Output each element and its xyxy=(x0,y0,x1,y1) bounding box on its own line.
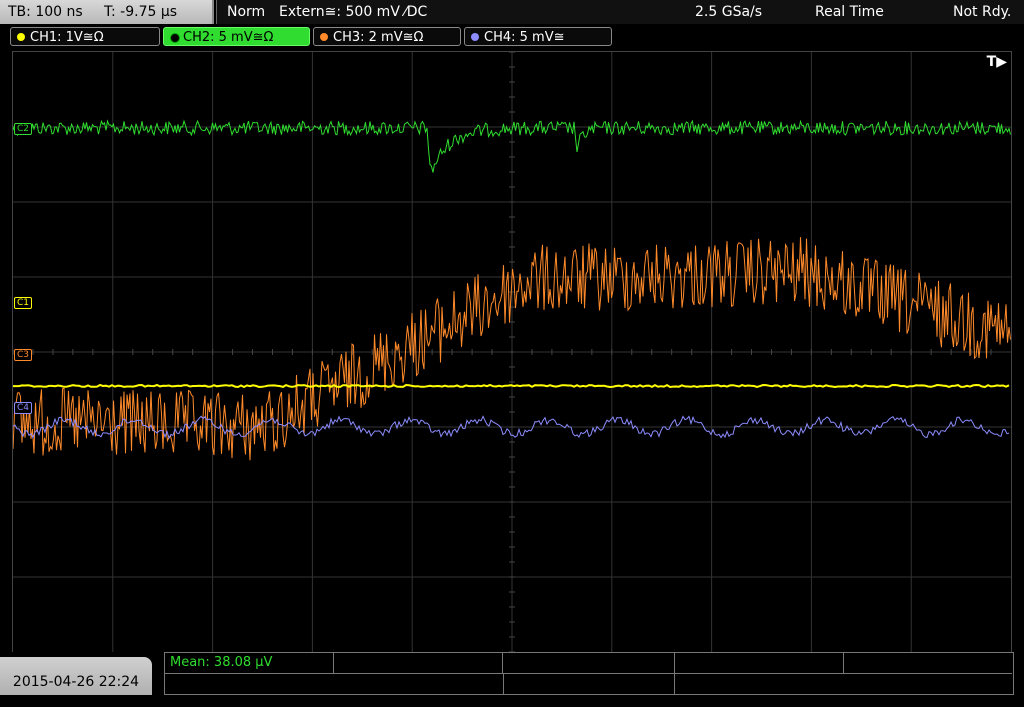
measurement-cell-empty[interactable] xyxy=(504,673,675,695)
timebase-panel[interactable]: TB: 100 ns T: -9.75 µs xyxy=(0,0,214,24)
measurement-cell-empty[interactable] xyxy=(334,653,503,673)
measurement-cell-empty[interactable] xyxy=(675,673,1012,695)
measurement-mean: Mean: 38.08 µV xyxy=(170,655,273,670)
measurement-cell[interactable]: Mean: 38.08 µV xyxy=(165,653,334,673)
waveform-display[interactable]: T▶ C1 C3 C4 C2 xyxy=(12,51,1012,653)
channel-1-trace xyxy=(13,383,1010,389)
channel-1-label: CH1: 1V≅Ω xyxy=(30,30,104,45)
channel-3-label: CH3: 2 mV≅Ω xyxy=(333,30,424,45)
channel-bar: CH1: 1V≅Ω CH2: 5 mV≅Ω CH3: 2 mV≅Ω CH4: 5… xyxy=(0,26,1024,48)
acquisition-status: Not Rdy. xyxy=(953,4,1012,20)
channel-3-dot-icon xyxy=(320,33,328,41)
measurement-cell-empty[interactable] xyxy=(675,653,844,673)
trigger-mode[interactable]: Norm xyxy=(227,0,265,24)
channel-3-level-marker[interactable]: C3 xyxy=(14,349,33,361)
measurement-cell-empty[interactable] xyxy=(165,673,504,695)
waveform-canvas[interactable] xyxy=(13,52,1011,652)
channel-4-level-marker[interactable]: C4 xyxy=(14,402,33,414)
trigger-source[interactable]: Extern≅: 500 mV ⁄DC xyxy=(279,0,427,24)
sample-rate[interactable]: 2.5 GSa/s xyxy=(695,0,762,24)
trigger-position-marker: T▶ xyxy=(986,54,1007,70)
graticule-grid xyxy=(13,52,1011,652)
timebase-value[interactable]: TB: 100 ns xyxy=(8,0,83,24)
acquisition-mode[interactable]: Real Time xyxy=(815,0,884,24)
trigger-time-value[interactable]: T: -9.75 µs xyxy=(104,0,177,24)
channel-2-tab[interactable]: CH2: 5 mV≅Ω xyxy=(163,27,310,46)
channel-1-dot-icon xyxy=(17,33,25,41)
measurement-cell-empty[interactable] xyxy=(503,653,675,673)
trigger-panel[interactable]: Norm Extern≅: 500 mV ⁄DC 2.5 GSa/s Real … xyxy=(216,0,1024,24)
channel-2-level-marker[interactable]: C2 xyxy=(14,123,33,135)
channel-4-tab[interactable]: CH4: 5 mV≅ xyxy=(464,27,612,46)
channel-3-tab[interactable]: CH3: 2 mV≅Ω xyxy=(313,27,461,46)
channel-4-label: CH4: 5 mV≅ xyxy=(484,30,565,45)
measurement-panel[interactable]: Mean: 38.08 µV xyxy=(164,652,1014,695)
bottom-bar: 2015-04-26 22:24 Mean: 38.08 µV xyxy=(0,652,1024,695)
channel-1-level-marker[interactable]: C1 xyxy=(14,297,33,309)
channel-1-tab[interactable]: CH1: 1V≅Ω xyxy=(10,27,160,46)
datetime-display: 2015-04-26 22:24 xyxy=(0,657,152,695)
channel-4-dot-icon xyxy=(471,33,479,41)
channel-2-label: CH2: 5 mV≅Ω xyxy=(183,30,274,45)
top-status-bar: TB: 100 ns T: -9.75 µs Norm Extern≅: 500… xyxy=(0,0,1024,25)
channel-2-dot-icon xyxy=(170,33,180,43)
